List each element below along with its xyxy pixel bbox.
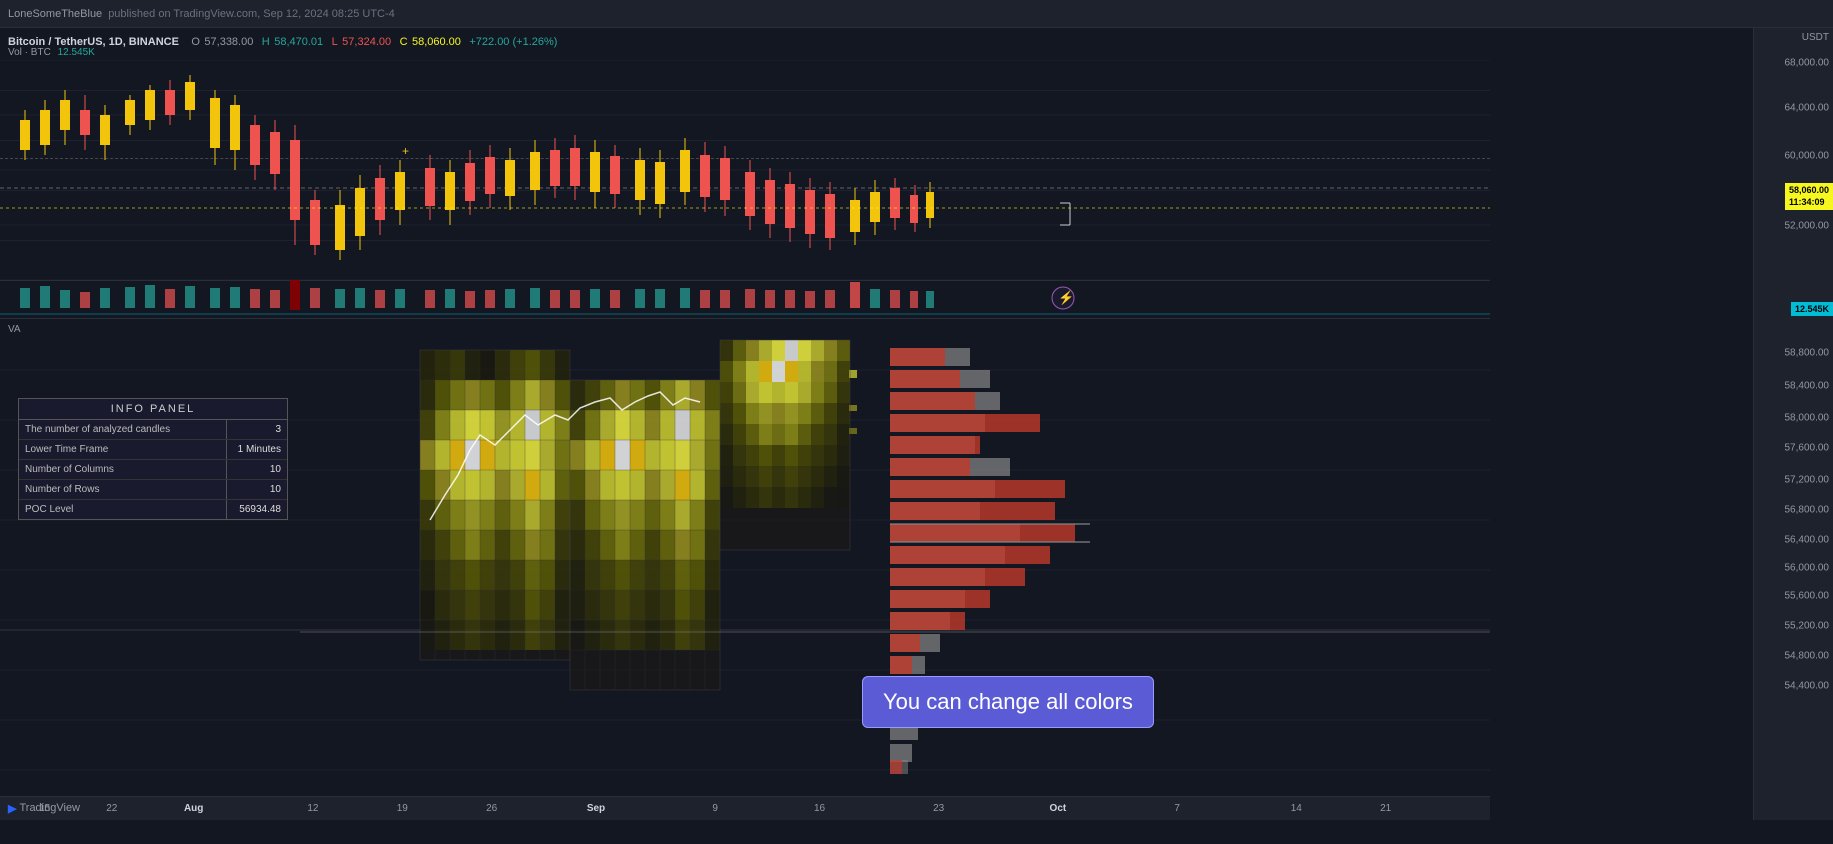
price-54400: 54,400.00 [1785, 681, 1830, 692]
svg-text:⚡: ⚡ [1058, 290, 1074, 306]
svg-text:+: + [402, 144, 409, 158]
price-57600: 57,600.00 [1785, 443, 1830, 454]
vol-value: 12.545K [58, 47, 95, 58]
cols-label: Number of Columns [19, 460, 227, 479]
price-64000: 64,000.00 [1785, 103, 1830, 114]
candles-value: 3 [227, 420, 287, 439]
date-sep: Sep [587, 803, 605, 814]
candlestick-chart: + [0, 60, 1490, 280]
date-7: 7 [1174, 803, 1180, 814]
low-value: 57,324.00 [342, 36, 391, 48]
price-55200: 55,200.00 [1785, 621, 1830, 632]
ltf-label: Lower Time Frame [19, 440, 227, 459]
poc-value: 56934.48 [227, 500, 287, 519]
date-9: 9 [712, 803, 718, 814]
va-grid [0, 320, 1490, 790]
date-14: 14 [1291, 803, 1302, 814]
info-panel-title: INFO PANEL [19, 399, 287, 420]
date-bar: 15 22 Aug 12 19 26 Sep 9 16 23 Oct 7 14 … [0, 796, 1490, 820]
publisher-label: LoneSomeTheBlue [8, 8, 102, 20]
current-price-badge: 58,060.00 11:34:09 [1785, 183, 1833, 210]
high-label: H [262, 36, 270, 48]
tooltip-colors: You can change all colors [862, 676, 1154, 728]
pane-separator-2 [0, 318, 1490, 319]
price-scale: USDT 68,000.00 64,000.00 60,000.00 52,00… [1753, 28, 1833, 820]
current-price-val: 58,060.00 [1789, 185, 1829, 197]
close-label: C [400, 36, 408, 48]
date-16: 16 [814, 803, 825, 814]
current-time-val: 11:34:09 [1789, 197, 1829, 209]
price-57200: 57,200.00 [1785, 475, 1830, 486]
vol-text: Vol · BTC [8, 47, 51, 58]
price-56000: 56,000.00 [1785, 563, 1830, 574]
ltf-value: 1 Minutes [227, 440, 287, 459]
info-panel: INFO PANEL The number of analyzed candle… [18, 398, 288, 520]
low-label: L [332, 36, 338, 48]
candles-label: The number of analyzed candles [19, 420, 227, 439]
volume-badge: 12.545K [1791, 302, 1833, 316]
info-row-poc: POC Level 56934.48 [19, 500, 287, 519]
date-26: 26 [486, 803, 497, 814]
price-52000: 52,000.00 [1785, 221, 1830, 232]
poc-label: POC Level [19, 500, 227, 519]
info-row-candles: The number of analyzed candles 3 [19, 420, 287, 440]
published-on-label: published on TradingView.com, Sep 12, 20… [108, 8, 395, 20]
chart-area: Bitcoin / TetherUS, 1D, BINANCE O 57,338… [0, 28, 1490, 820]
price-56400: 56,400.00 [1785, 535, 1830, 546]
vol-label-area: Vol · BTC 12.545K [8, 47, 95, 58]
close-value: 58,060.00 [412, 36, 461, 48]
info-row-cols: Number of Columns 10 [19, 460, 287, 480]
price-54800: 54,800.00 [1785, 651, 1830, 662]
header-bar: LoneSomeTheBlue published on TradingView… [0, 0, 1833, 28]
tv-icon: ▶ [8, 802, 16, 815]
usdt-label: USDT [1802, 32, 1829, 43]
change-value: +722.00 (+1.26%) [469, 36, 557, 48]
price-58800: 58,800.00 [1785, 348, 1830, 359]
date-aug: Aug [184, 803, 203, 814]
price-55600: 55,600.00 [1785, 591, 1830, 602]
open-value: 57,338.00 [204, 36, 253, 48]
volume-chart: ⚡ [0, 280, 1490, 316]
date-23: 23 [933, 803, 944, 814]
price-58400: 58,400.00 [1785, 381, 1830, 392]
price-68000: 68,000.00 [1785, 58, 1830, 69]
rows-value: 10 [227, 480, 287, 499]
date-12: 12 [307, 803, 318, 814]
tooltip-text: You can change all colors [883, 689, 1133, 714]
info-row-rows: Number of Rows 10 [19, 480, 287, 500]
info-row-ltf: Lower Time Frame 1 Minutes [19, 440, 287, 460]
tradingview-logo: ▶ TradingView [0, 796, 88, 820]
date-19: 19 [397, 803, 408, 814]
cols-value: 10 [227, 460, 287, 479]
price-60000: 60,000.00 [1785, 151, 1830, 162]
tv-text: TradingView [19, 802, 80, 814]
price-58000: 58,000.00 [1785, 413, 1830, 424]
open-label: O [191, 36, 200, 48]
high-value: 58,470.01 [274, 36, 323, 48]
date-22: 22 [106, 803, 117, 814]
date-oct: Oct [1050, 803, 1067, 814]
date-21: 21 [1380, 803, 1391, 814]
rows-label: Number of Rows [19, 480, 227, 499]
price-56800: 56,800.00 [1785, 505, 1830, 516]
